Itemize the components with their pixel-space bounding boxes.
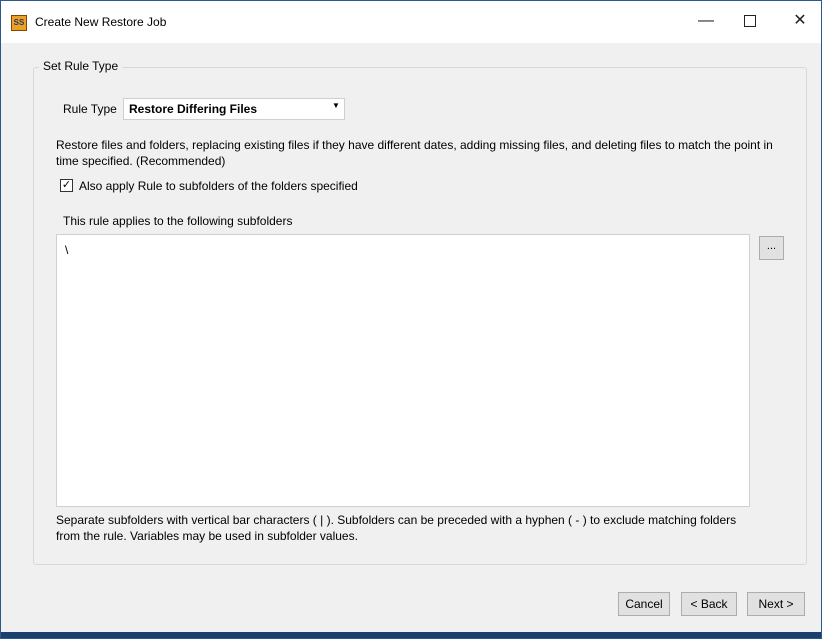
- bottom-border: [1, 632, 821, 638]
- cancel-button[interactable]: Cancel: [618, 592, 670, 616]
- browse-subfolders-button[interactable]: ...: [759, 236, 784, 260]
- checkmark-icon: ✓: [61, 179, 72, 191]
- apply-subfolders-label[interactable]: Also apply Rule to subfolders of the fol…: [79, 179, 358, 193]
- subfolders-value: \: [65, 243, 69, 257]
- rule-description: Restore files and folders, replacing exi…: [56, 138, 773, 168]
- back-button[interactable]: < Back: [681, 592, 737, 616]
- rule-type-label: Rule Type: [63, 102, 117, 116]
- rule-type-dropdown[interactable]: Restore Differing Files ▼: [123, 98, 345, 120]
- next-button[interactable]: Next >: [747, 592, 805, 616]
- maximize-icon: [744, 14, 756, 27]
- subfolder-help-text: Separate subfolders with vertical bar ch…: [56, 513, 737, 543]
- apply-subfolders-checkbox[interactable]: ✓: [60, 179, 73, 192]
- groupbox-label: Set Rule Type: [39, 59, 123, 73]
- restore-job-dialog: SS Create New Restore Job — ✕ Set Rule T…: [0, 0, 822, 639]
- window-title: Create New Restore Job: [35, 15, 167, 29]
- minimize-icon: —: [698, 12, 714, 29]
- title-bar[interactable]: SS Create New Restore Job — ✕: [1, 1, 821, 43]
- maximize-button[interactable]: [735, 9, 765, 33]
- subfolders-label: This rule applies to the following subfo…: [63, 214, 293, 228]
- subfolders-textarea[interactable]: \: [56, 234, 750, 507]
- close-icon: ✕: [793, 12, 807, 29]
- app-icon: SS: [11, 15, 27, 31]
- minimize-button[interactable]: —: [691, 9, 721, 33]
- rule-type-value: Restore Differing Files: [129, 102, 258, 116]
- dropdown-arrow-icon: ▼: [332, 101, 340, 110]
- close-button[interactable]: ✕: [785, 9, 815, 33]
